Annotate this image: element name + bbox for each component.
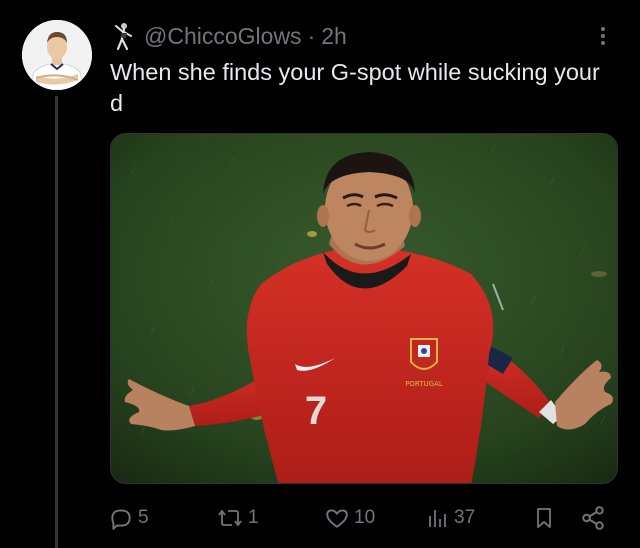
- bookmark-button[interactable]: [532, 498, 556, 538]
- like-button[interactable]: 10: [324, 498, 375, 538]
- post-time[interactable]: 2h: [321, 23, 347, 50]
- views-icon: [426, 505, 450, 531]
- tweet-media-image[interactable]: PORTUGAL 7: [110, 133, 618, 484]
- heart-icon: [324, 505, 350, 531]
- tweet-actions: 5 1 10 37: [108, 498, 614, 538]
- thread-line: [55, 96, 58, 548]
- reply-icon: [108, 505, 134, 531]
- reply-count: 5: [138, 507, 149, 528]
- author-handle[interactable]: @ChiccoGlows: [144, 23, 302, 50]
- share-button[interactable]: [580, 498, 606, 538]
- avatar[interactable]: [22, 20, 92, 90]
- views-button[interactable]: 37: [426, 498, 475, 538]
- header-separator: ·: [307, 22, 316, 49]
- more-icon[interactable]: [592, 20, 614, 52]
- repost-button[interactable]: 1: [216, 498, 259, 538]
- repost-count: 1: [248, 507, 259, 528]
- views-count: 37: [454, 507, 476, 528]
- like-count: 10: [354, 507, 376, 528]
- dancer-emoji-icon: [112, 21, 138, 51]
- share-icon: [580, 505, 606, 531]
- bookmark-icon: [532, 505, 556, 531]
- tweet-text: When she finds your G-spot while sucking…: [110, 59, 600, 116]
- tweet-header: @ChiccoGlows · 2h: [112, 19, 347, 53]
- reply-button[interactable]: 5: [108, 498, 149, 538]
- repost-icon: [216, 505, 244, 531]
